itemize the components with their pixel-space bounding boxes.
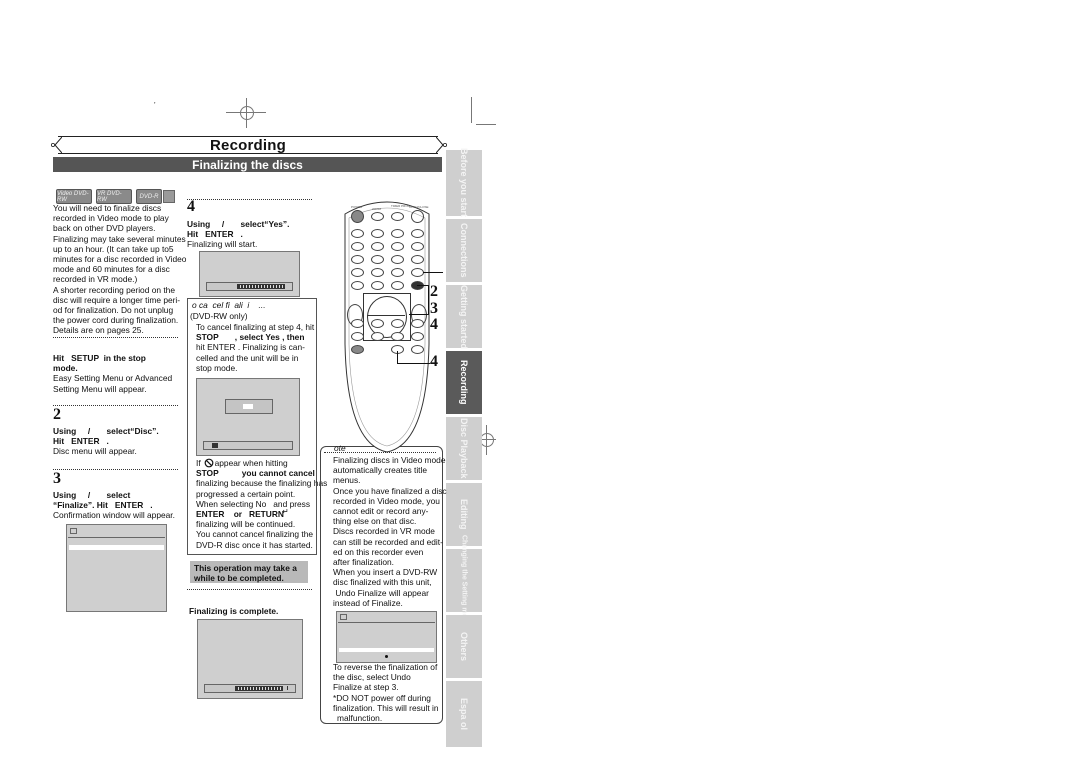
callout-line	[409, 314, 429, 315]
callout-line	[397, 363, 430, 364]
remote-timer-prog-button[interactable]	[391, 212, 404, 221]
remote-button-up[interactable]	[411, 229, 424, 238]
remote-button-6[interactable]	[391, 242, 404, 251]
note-text-after: To reverse the finalization of the disc,…	[333, 662, 439, 724]
note-text: Finalizing discs in Video mode automatic…	[333, 455, 447, 608]
return-icon: ↵	[282, 507, 289, 516]
remote-zoom-button[interactable]	[371, 212, 384, 221]
tool-icon	[163, 190, 175, 203]
remote-rec-speed-button[interactable]	[351, 319, 364, 328]
disc-icon-video-dvd-rw: Video DVD-RW	[56, 189, 92, 204]
remote-return-button[interactable]	[391, 281, 404, 290]
remote-button-7[interactable]	[351, 255, 364, 264]
remote-rec-monitor-button[interactable]	[351, 332, 364, 341]
intro-text: You will need to finalize discs recorded …	[53, 203, 187, 336]
disc-icon-dvd-r: DVD-R	[136, 189, 162, 204]
step1-block: Hit SETUP in the stop mode. Easy Setting…	[53, 353, 173, 394]
cancel-box-text-2: If appear when hitting STOP you cannot c…	[196, 458, 328, 550]
remote-open-close-button[interactable]	[411, 210, 424, 223]
finalizing-progress-screen	[199, 251, 300, 297]
remote-button-8[interactable]	[371, 255, 384, 264]
cancel-box-text: To cancel finalizing at step 4, hit STOP…	[196, 322, 315, 373]
cursor-dot	[385, 655, 388, 658]
step4-number: 4	[187, 198, 195, 215]
remote-top-menu-button[interactable]	[351, 281, 364, 290]
divider	[53, 469, 178, 470]
cancel-dialog-screen	[196, 378, 300, 456]
step4-block: Using / select“Yes”. Hit ENTER . Finaliz…	[187, 219, 290, 250]
highlighted-option	[339, 648, 434, 652]
finalizing-complete-label: Finalizing is complete.	[189, 606, 279, 616]
undo-finalize-screen	[336, 611, 437, 663]
remote-button-5[interactable]	[371, 242, 384, 251]
cancel-box-subtitle: (DVD-RW only)	[190, 311, 248, 321]
remote-rec-button[interactable]	[371, 319, 384, 328]
remote-button-down[interactable]	[411, 242, 424, 251]
dialog-button	[243, 404, 253, 409]
callout-text: This operation may take a while to be com…	[194, 563, 297, 584]
confirmation-window-screen	[66, 524, 167, 612]
callout-line	[423, 272, 443, 273]
divider	[187, 589, 312, 590]
remote-play-button[interactable]	[391, 319, 404, 328]
disc-icon-vr-dvd-rw: VR DVD-RW	[96, 189, 132, 204]
remote-skip-fwd-button[interactable]	[411, 332, 424, 341]
remote-button-3[interactable]	[391, 229, 404, 238]
section-title: Recording	[210, 136, 286, 154]
small-mark: ’	[154, 102, 156, 109]
remote-button-9[interactable]	[391, 255, 404, 264]
remote-fwd-button[interactable]	[411, 319, 424, 328]
remote-rec-otr-button[interactable]	[351, 345, 364, 354]
step3-number: 3	[53, 470, 61, 487]
divider	[53, 405, 178, 406]
prohibited-icon	[204, 458, 214, 468]
remote-skip-back-button[interactable]	[371, 332, 384, 341]
remote-button-1[interactable]	[351, 229, 364, 238]
screen-icon	[340, 614, 347, 620]
callout-number-4-stop: 4	[430, 353, 438, 370]
remote-pause-button[interactable]	[391, 332, 404, 341]
side-tab-recording[interactable]: Recording	[446, 351, 482, 414]
divider	[187, 199, 312, 200]
side-tab-getting-started[interactable]: Getting started	[446, 285, 482, 349]
dialog-box	[225, 399, 273, 414]
remote-dpad[interactable]	[367, 296, 407, 338]
step2-number: 2	[53, 406, 61, 423]
cancel-box-title: o ca cel fi ali i ...	[192, 300, 266, 310]
remote-button-2[interactable]	[371, 229, 384, 238]
remote-power-button[interactable]	[351, 210, 364, 223]
step3-block: Using / select “Finalize”. Hit ENTER . C…	[53, 490, 175, 521]
remote-button-0[interactable]	[371, 268, 384, 277]
callout-line	[397, 351, 398, 363]
remote-display-button[interactable]	[351, 268, 364, 277]
screen-icon	[70, 528, 77, 534]
remote-cm-skip-button[interactable]	[411, 345, 424, 354]
callout-line	[428, 285, 429, 314]
section-banner: Recording	[58, 136, 438, 154]
remote-menu-list-button[interactable]	[371, 281, 384, 290]
remote-button-4[interactable]	[351, 242, 364, 251]
side-tab-connections[interactable]: Connections	[446, 219, 482, 282]
finalizing-complete-screen	[197, 619, 303, 699]
highlighted-option	[69, 545, 164, 550]
remote-clear-button[interactable]	[391, 268, 404, 277]
remote-control: POWER ZOOM TIMER PROG. OPEN/CLOSE	[339, 194, 435, 456]
callout-number-2: 2	[430, 283, 438, 300]
callout-number-4: 4	[430, 316, 438, 333]
side-tab-before-you-start[interactable]: Before you start	[446, 148, 482, 218]
subsection-title: Finalizing the discs	[53, 157, 442, 172]
step2-block: Using / select“Disc”. Hit ENTER . Disc m…	[53, 426, 159, 457]
remote-repeat-button[interactable]	[411, 255, 424, 264]
divider	[53, 337, 178, 338]
